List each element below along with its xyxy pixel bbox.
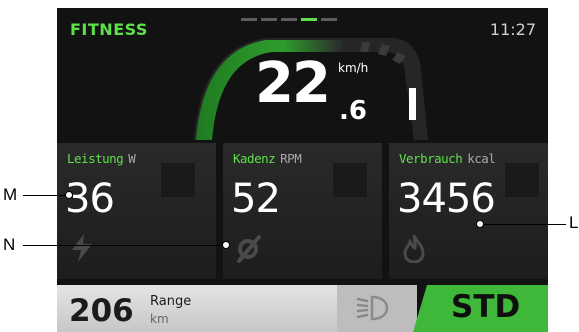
riding-mode-label: FITNESS (70, 20, 148, 39)
support-mode-label: STD (451, 289, 521, 325)
page-dot (241, 18, 257, 21)
callout-dot-n (222, 241, 230, 249)
page-dot (281, 18, 297, 21)
page-dot (261, 18, 277, 21)
page-dot-active (301, 18, 317, 21)
tile-consumption: Verbrauch kcal 3456 (389, 143, 548, 279)
display-screen: FITNESS 11:27 22 .6 km/h Leistung W 36 K… (57, 8, 548, 332)
tile-title: Kadenz (233, 151, 276, 166)
callout-label-n: N (3, 235, 16, 254)
speed-bar-marker (409, 88, 416, 120)
tile-shade (505, 163, 539, 197)
range-display: 206 Range km (57, 285, 337, 332)
callout-line-n (23, 245, 223, 246)
speed-unit: km/h (338, 61, 369, 75)
range-label: Range (150, 294, 192, 309)
page-indicator (241, 18, 337, 21)
tile-title: Verbrauch (399, 151, 463, 166)
callout-label-l: L (569, 213, 579, 232)
speed-value-integer: 22 (255, 51, 331, 116)
callout-dot-m (65, 191, 73, 199)
tile-value: 3456 (397, 176, 496, 222)
tile-label: Verbrauch kcal (399, 151, 496, 166)
tile-label: Leistung W (67, 151, 136, 166)
tile-unit: kcal (467, 151, 496, 166)
lightning-icon (72, 234, 92, 262)
cadence-icon (237, 235, 261, 263)
tile-shade (161, 163, 195, 197)
light-button[interactable] (337, 285, 417, 332)
tile-value: 36 (65, 176, 115, 222)
metric-tiles: Leistung W 36 Kadenz RPM 52 Verbrauch kcal (57, 143, 548, 279)
tile-title: Leistung (67, 151, 124, 166)
tile-value: 52 (231, 176, 281, 222)
tile-unit: W (128, 151, 136, 166)
speed-value-decimal: .6 (339, 96, 367, 126)
tile-label: Kadenz RPM (233, 151, 302, 166)
page-dot (321, 18, 337, 21)
callout-label-m: M (3, 185, 18, 204)
tile-cadence: Kadenz RPM 52 (223, 143, 382, 279)
bottom-bar: 206 Range km STD (57, 279, 548, 332)
support-mode-button[interactable]: STD (413, 285, 548, 332)
callout-line-l (484, 224, 566, 225)
callout-line-m (23, 195, 66, 196)
tile-shade (333, 163, 367, 197)
range-value: 206 (69, 293, 134, 329)
flame-icon (403, 234, 425, 263)
clock: 11:27 (489, 20, 536, 39)
range-unit: km (150, 312, 169, 326)
tile-power: Leistung W 36 (57, 143, 216, 279)
tile-unit: RPM (280, 151, 302, 166)
headlight-icon (356, 295, 389, 321)
callout-dot-l (476, 220, 484, 228)
